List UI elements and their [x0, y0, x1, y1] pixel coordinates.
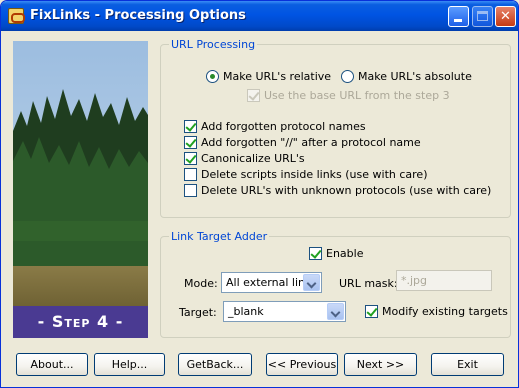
close-icon: ✕	[500, 9, 511, 24]
about-button[interactable]: About...	[16, 353, 88, 376]
mode-label: Mode:	[184, 277, 218, 290]
check-add-slashes[interactable]: Add forgotten "//" after a protocol name	[184, 136, 421, 149]
check-canonicalize-label: Canonicalize URL's	[201, 152, 305, 165]
check-delete-scripts-box[interactable]	[184, 168, 197, 181]
chevron-down-icon[interactable]	[327, 303, 344, 320]
target-select[interactable]: _blank	[223, 301, 346, 322]
previous-button[interactable]: << Previous	[266, 353, 338, 376]
close-button[interactable]: ✕	[495, 6, 516, 27]
check-delete-scripts[interactable]: Delete scripts inside links (use with ca…	[184, 168, 427, 181]
link-target-legend: Link Target Adder	[171, 230, 268, 243]
check-add-protocol[interactable]: Add forgotten protocol names	[184, 120, 366, 133]
exit-button[interactable]: Exit	[431, 353, 504, 376]
url-processing-legend: URL Processing	[171, 38, 256, 51]
minimize-button[interactable]	[448, 6, 469, 27]
enable-label: Enable	[326, 247, 364, 260]
modify-existing-checkbox[interactable]	[365, 305, 378, 318]
check-delete-unknown-box[interactable]	[184, 184, 197, 197]
radio-absolute-label: Make URL's absolute	[358, 70, 472, 83]
modify-existing-option[interactable]: Modify existing targets	[365, 305, 508, 318]
radio-relative[interactable]: Make URL's relative	[206, 70, 331, 83]
use-base-url-option: Use the base URL from the step 3	[247, 89, 450, 102]
check-delete-unknown[interactable]: Delete URL's with unknown protocols (use…	[184, 184, 491, 197]
radio-absolute[interactable]: Make URL's absolute	[341, 70, 472, 83]
modify-existing-label: Modify existing targets	[382, 305, 508, 318]
radio-absolute-circle[interactable]	[341, 70, 354, 83]
dialog-window: FixLinks - Processing Options ✕ - Step 4…	[0, 0, 519, 388]
getback-button[interactable]: GetBack...	[178, 353, 252, 376]
chevron-down-icon[interactable]	[303, 274, 320, 291]
use-base-url-checkbox	[247, 89, 260, 102]
window-title: FixLinks - Processing Options	[30, 8, 246, 23]
radio-relative-label: Make URL's relative	[223, 70, 332, 83]
forest-image	[13, 41, 148, 338]
check-canonicalize[interactable]: Canonicalize URL's	[184, 152, 305, 165]
maximize-button	[472, 6, 493, 27]
maximize-icon	[477, 11, 488, 21]
title-bar[interactable]: FixLinks - Processing Options ✕	[1, 1, 518, 31]
next-button[interactable]: Next >>	[344, 353, 417, 376]
target-label: Target:	[179, 306, 217, 319]
check-delete-scripts-label: Delete scripts inside links (use with ca…	[201, 168, 428, 181]
enable-checkbox[interactable]	[309, 247, 322, 260]
mode-select[interactable]: All external links	[221, 272, 322, 293]
help-button[interactable]: Help...	[94, 353, 165, 376]
check-add-protocol-box[interactable]	[184, 120, 197, 133]
check-add-slashes-box[interactable]	[184, 136, 197, 149]
check-add-slashes-label: Add forgotten "//" after a protocol name	[201, 136, 421, 149]
minimize-icon	[454, 19, 462, 22]
enable-option[interactable]: Enable	[309, 247, 363, 260]
check-add-protocol-label: Add forgotten protocol names	[201, 120, 366, 133]
app-icon	[8, 8, 25, 24]
radio-relative-circle[interactable]	[206, 70, 219, 83]
use-base-url-label: Use the base URL from the step 3	[264, 89, 450, 102]
step-image: - Step 4 -	[13, 41, 148, 338]
url-mask-input: *.jpg	[396, 270, 492, 291]
check-canonicalize-box[interactable]	[184, 152, 197, 165]
check-delete-unknown-label: Delete URL's with unknown protocols (use…	[201, 184, 492, 197]
target-select-value: _blank	[228, 305, 264, 318]
url-mask-label: URL mask:	[339, 277, 398, 290]
step-label: - Step 4 -	[13, 306, 148, 338]
